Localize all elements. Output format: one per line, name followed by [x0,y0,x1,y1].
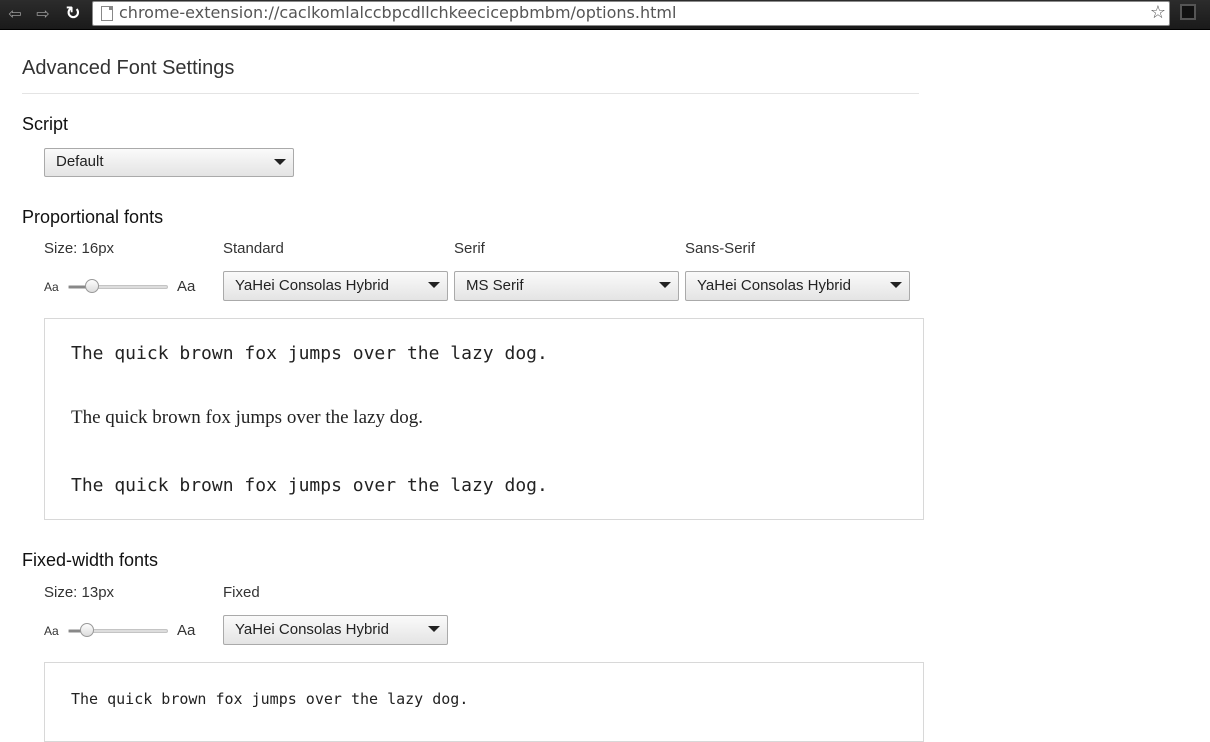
page-icon [101,6,113,21]
browser-menu-icon[interactable] [1180,4,1196,20]
serif-font-select[interactable]: MS Serif [454,271,679,301]
serif-sample-text: The quick brown fox jumps over the lazy … [71,407,423,428]
page-title: Advanced Font Settings [22,57,235,79]
chevron-down-icon [428,626,440,632]
chevron-down-icon [659,282,671,288]
size-small-aa: Aa [44,624,59,638]
sans-serif-sample-text: The quick brown fox jumps over the lazy … [71,475,548,496]
chevron-down-icon [274,159,286,165]
size-large-aa: Aa [177,278,196,295]
chevron-down-icon [890,282,902,288]
size-large-aa: Aa [177,622,196,639]
proportional-sample-box: The quick brown fox jumps over the lazy … [44,318,924,520]
serif-font-value: MS Serif [466,277,524,294]
back-arrow-icon[interactable]: ⇦ [4,3,26,25]
sans-serif-font-value: YaHei Consolas Hybrid [697,277,851,294]
standard-font-label: Standard [223,240,284,257]
fixed-size-slider-thumb[interactable] [80,623,94,637]
fixed-font-value: YaHei Consolas Hybrid [235,621,389,638]
sans-serif-font-select[interactable]: YaHei Consolas Hybrid [685,271,910,301]
forward-arrow-icon[interactable]: ⇨ [32,3,54,25]
sans-serif-font-label: Sans-Serif [685,240,756,257]
size-small-aa: Aa [44,280,59,294]
script-heading: Script [22,114,69,134]
proportional-size-slider[interactable] [68,285,168,289]
url-text[interactable]: chrome-extension://caclkomlalccbpcdllchk… [119,3,676,23]
reload-icon[interactable]: ↻ [62,3,84,25]
standard-sample-text: The quick brown fox jumps over the lazy … [71,343,548,364]
fixed-width-fonts-heading: Fixed-width fonts [22,550,159,570]
title-divider [22,93,919,94]
address-bar[interactable]: chrome-extension://caclkomlalccbpcdllchk… [92,1,1170,26]
script-select[interactable]: Default [44,148,294,177]
standard-font-select[interactable]: YaHei Consolas Hybrid [223,271,448,301]
fixed-font-label: Fixed [223,584,260,601]
chevron-down-icon [428,282,440,288]
fixed-size-label: Size: 13px [44,584,115,601]
standard-font-value: YaHei Consolas Hybrid [235,277,389,294]
browser-toolbar: ⇦ ⇨ ↻ chrome-extension://caclkomlalccbpc… [0,0,1210,30]
proportional-size-label: Size: 16px [44,240,115,257]
fixed-sample-box: The quick brown fox jumps over the lazy … [44,662,924,742]
fixed-font-select[interactable]: YaHei Consolas Hybrid [223,615,448,645]
proportional-size-slider-thumb[interactable] [85,279,99,293]
proportional-fonts-heading: Proportional fonts [22,207,164,227]
star-icon[interactable]: ☆ [1150,2,1166,24]
serif-font-label: Serif [454,240,485,257]
fixed-sample-text: The quick brown fox jumps over the lazy … [71,690,469,708]
script-select-value: Default [56,153,104,170]
